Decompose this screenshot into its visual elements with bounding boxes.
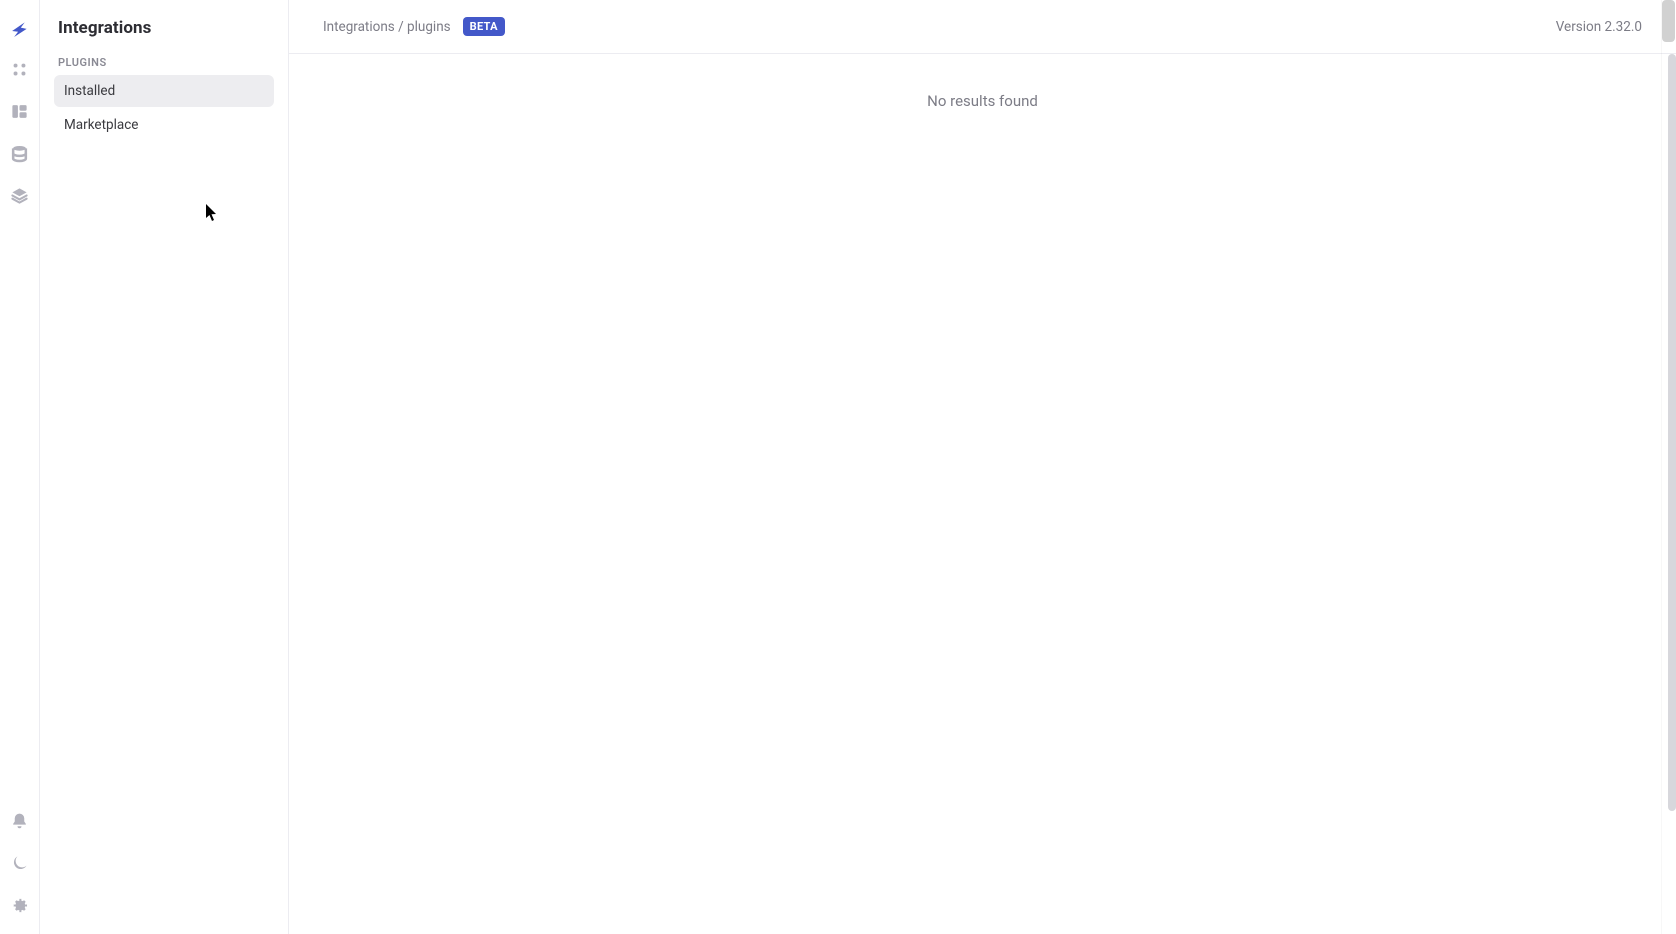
page-scrollbar[interactable] bbox=[1661, 0, 1676, 934]
sidebar-item-label: Installed bbox=[64, 83, 115, 99]
sidebar-title: Integrations bbox=[54, 14, 274, 38]
topbar: Integrations / plugins BETA Version 2.32… bbox=[289, 0, 1676, 54]
notifications-icon[interactable] bbox=[0, 800, 40, 842]
stack-icon[interactable] bbox=[0, 174, 40, 216]
apps-icon[interactable] bbox=[0, 48, 40, 90]
app-root: Integrations PLUGINS Installed Marketpla… bbox=[0, 0, 1676, 934]
empty-state-message: No results found bbox=[927, 92, 1038, 110]
beta-badge: BETA bbox=[463, 17, 505, 36]
breadcrumb-wrap: Integrations / plugins BETA bbox=[323, 17, 505, 36]
sidebar-item-installed[interactable]: Installed bbox=[54, 75, 274, 107]
icon-rail bbox=[0, 0, 40, 934]
settings-icon[interactable] bbox=[0, 884, 40, 926]
content: No results found bbox=[289, 54, 1676, 934]
logo-icon[interactable] bbox=[0, 6, 40, 48]
main-area: Integrations / plugins BETA Version 2.32… bbox=[289, 0, 1676, 934]
sidebar-item-label: Marketplace bbox=[64, 117, 138, 133]
workspaces-icon[interactable] bbox=[0, 90, 40, 132]
sidebar-section-label: PLUGINS bbox=[54, 56, 274, 69]
breadcrumb: Integrations / plugins bbox=[323, 19, 451, 35]
database-icon[interactable] bbox=[0, 132, 40, 174]
page-scrollbar-thumb[interactable] bbox=[1662, 0, 1675, 42]
sidebar: Integrations PLUGINS Installed Marketpla… bbox=[40, 0, 289, 934]
version-label: Version 2.32.0 bbox=[1556, 19, 1642, 35]
sidebar-item-marketplace[interactable]: Marketplace bbox=[54, 109, 274, 141]
theme-icon[interactable] bbox=[0, 842, 40, 884]
